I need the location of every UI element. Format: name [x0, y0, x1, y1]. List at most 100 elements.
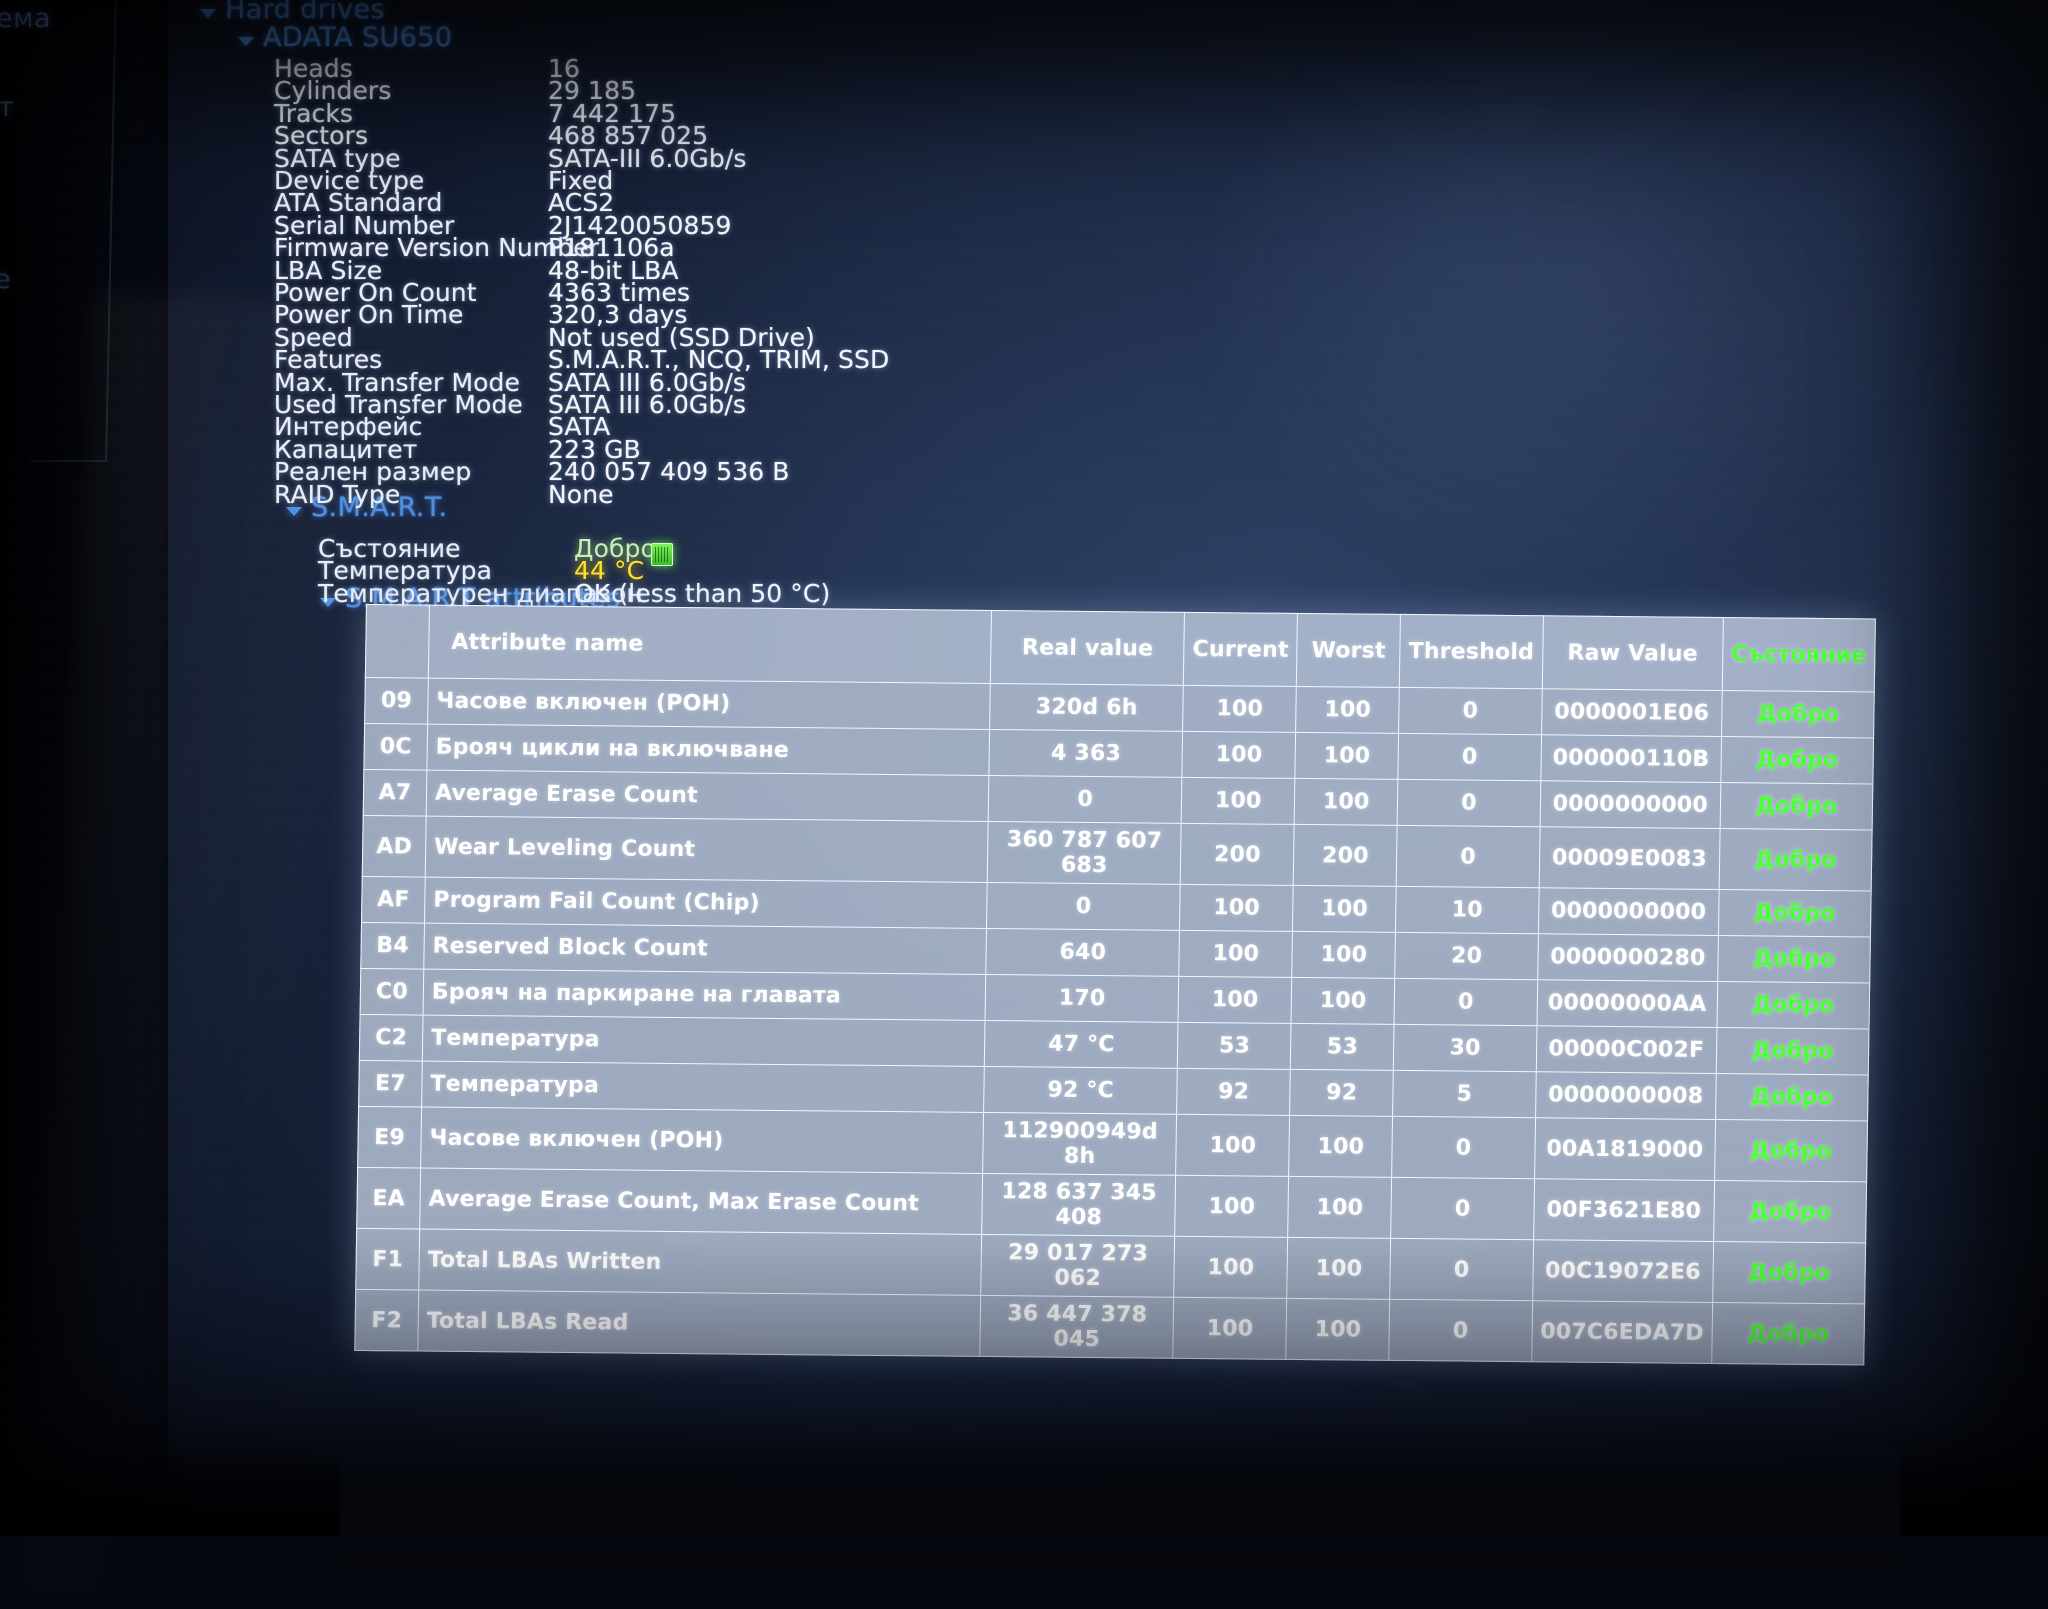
row-real-value: 640: [986, 928, 1180, 977]
row-raw-value: 0000001E06: [1541, 688, 1723, 737]
table-header-status[interactable]: Състояние: [1722, 617, 1876, 692]
row-attribute-name: Температура: [421, 1061, 985, 1113]
table-header-raw-value[interactable]: Raw Value: [1541, 615, 1724, 691]
row-raw-value: 0000000000: [1538, 887, 1720, 936]
table-header-worst[interactable]: Worst: [1296, 613, 1401, 688]
row-worst: 100: [1292, 885, 1397, 933]
row-attribute-name: Часове включен (POH): [420, 1107, 984, 1174]
smart-table-body: 09 Часове включен (POH) 320d 6h 100 100 0 0000…: [354, 677, 1875, 1365]
row-attribute-id: 09: [364, 677, 429, 725]
row-threshold: 0: [1396, 825, 1540, 888]
row-attribute-id: E9: [357, 1106, 422, 1169]
row-real-value: 47 °C: [984, 1020, 1179, 1069]
row-raw-value: 00009E0083: [1538, 826, 1721, 890]
row-current: 100: [1181, 777, 1296, 825]
row-attribute-name: Температура: [422, 1015, 986, 1067]
row-attribute-name: Брояч на паркиране на главата: [423, 969, 987, 1021]
row-threshold: 0: [1390, 1177, 1535, 1240]
row-status: Добро: [1714, 1119, 1868, 1182]
temperature-indicator-icon: [651, 543, 673, 566]
row-attribute-id: A7: [363, 769, 427, 817]
row-real-value: 170: [985, 974, 1180, 1023]
row-raw-value: 00F3621E80: [1533, 1178, 1715, 1242]
row-status: Добро: [1718, 889, 1872, 937]
row-threshold: 0: [1398, 687, 1542, 735]
row-status: Добро: [1719, 828, 1873, 891]
row-raw-value: 0000000000: [1539, 780, 1721, 829]
row-worst: 100: [1295, 686, 1400, 734]
tree-node-adata-su650[interactable]: ADATA SU650: [238, 22, 452, 53]
row-attribute-name: Часове включен (POH): [427, 678, 991, 730]
row-raw-value: 000000110B: [1540, 734, 1722, 783]
row-worst: 100: [1294, 778, 1399, 826]
row-threshold: 0: [1394, 978, 1538, 1026]
row-status: Добро: [1713, 1180, 1867, 1243]
row-threshold: 0: [1397, 779, 1541, 827]
row-attribute-id: F2: [354, 1289, 419, 1352]
row-attribute-id: C2: [359, 1014, 424, 1062]
row-status: Добро: [1715, 1073, 1869, 1121]
row-current: 100: [1174, 1175, 1289, 1238]
row-attribute-name: Reserved Block Count: [423, 923, 987, 975]
row-attribute-name: Program Fail Count (Chip): [424, 877, 988, 929]
smart-attributes-table-container: Attribute name Real value Current Worst …: [354, 604, 1876, 1366]
property-key: RAID Type: [274, 479, 401, 509]
row-current: 100: [1173, 1297, 1287, 1360]
row-current: 100: [1175, 1114, 1290, 1177]
row-current: 53: [1177, 1022, 1292, 1070]
row-real-value: 4 363: [989, 729, 1183, 778]
row-raw-value: 0000000008: [1535, 1071, 1717, 1120]
row-worst: 200: [1293, 824, 1398, 887]
row-threshold: 10: [1395, 886, 1539, 934]
chevron-down-icon[interactable]: [200, 9, 216, 18]
row-worst: 100: [1292, 931, 1396, 979]
row-real-value: 29 017 273 062: [980, 1234, 1175, 1298]
row-worst: 100: [1295, 732, 1399, 780]
row-real-value: 128 637 345 408: [981, 1173, 1176, 1237]
row-raw-value: 00C19072E6: [1532, 1239, 1714, 1303]
row-real-value: 36 447 378 045: [980, 1295, 1174, 1359]
row-attribute-id: F1: [355, 1228, 420, 1291]
row-threshold: 0: [1398, 733, 1542, 781]
row-current: 100: [1179, 884, 1294, 932]
table-header-id[interactable]: [365, 604, 430, 679]
row-real-value: 360 787 607 683: [987, 821, 1182, 885]
row-raw-value: 0000000280: [1537, 933, 1719, 982]
row-status: Добро: [1716, 981, 1870, 1029]
row-status: Добро: [1711, 1302, 1865, 1365]
row-threshold: 0: [1389, 1238, 1534, 1301]
row-threshold: 5: [1392, 1070, 1536, 1118]
row-attribute-id: AD: [362, 815, 427, 878]
row-real-value: 112900949d 8h: [982, 1112, 1177, 1176]
row-status: Добро: [1716, 1027, 1869, 1075]
smart-status-value: OK (less than 50 °C): [574, 578, 831, 608]
table-header-real-value[interactable]: Real value: [990, 610, 1185, 686]
row-attribute-id: E7: [358, 1060, 423, 1108]
row-attribute-name: Wear Leveling Count: [425, 816, 989, 883]
row-worst: 100: [1291, 977, 1396, 1025]
row-attribute-name: Total LBAs Written: [418, 1229, 982, 1296]
table-header-threshold[interactable]: Threshold: [1399, 614, 1544, 689]
row-worst: 100: [1288, 1115, 1393, 1178]
row-threshold: 30: [1393, 1024, 1537, 1072]
row-raw-value: 00000000AA: [1536, 979, 1718, 1028]
row-status: Добро: [1720, 736, 1874, 784]
row-status: Добро: [1717, 935, 1871, 983]
row-worst: 92: [1289, 1069, 1394, 1117]
smart-attributes-table: Attribute name Real value Current Worst …: [354, 604, 1876, 1366]
row-attribute-name: Average Erase Count, Max Erase Count: [419, 1168, 983, 1235]
row-attribute-id: EA: [356, 1167, 421, 1230]
row-real-value: 92 °C: [983, 1066, 1178, 1115]
row-current: 100: [1182, 731, 1296, 779]
row-attribute-name: Total LBAs Read: [417, 1290, 981, 1357]
row-threshold: 0: [1391, 1116, 1536, 1179]
chevron-down-icon[interactable]: [238, 37, 254, 46]
row-real-value: 0: [986, 882, 1181, 931]
row-current: 100: [1178, 976, 1293, 1024]
row-raw-value: 00000C002F: [1535, 1025, 1717, 1074]
row-attribute-id: 0C: [363, 723, 428, 771]
table-header-current[interactable]: Current: [1183, 612, 1298, 687]
row-status: Добро: [1721, 690, 1875, 738]
laptop-bezel-bottom: [0, 1450, 2048, 1536]
table-header-attribute-name[interactable]: Attribute name: [428, 605, 992, 684]
